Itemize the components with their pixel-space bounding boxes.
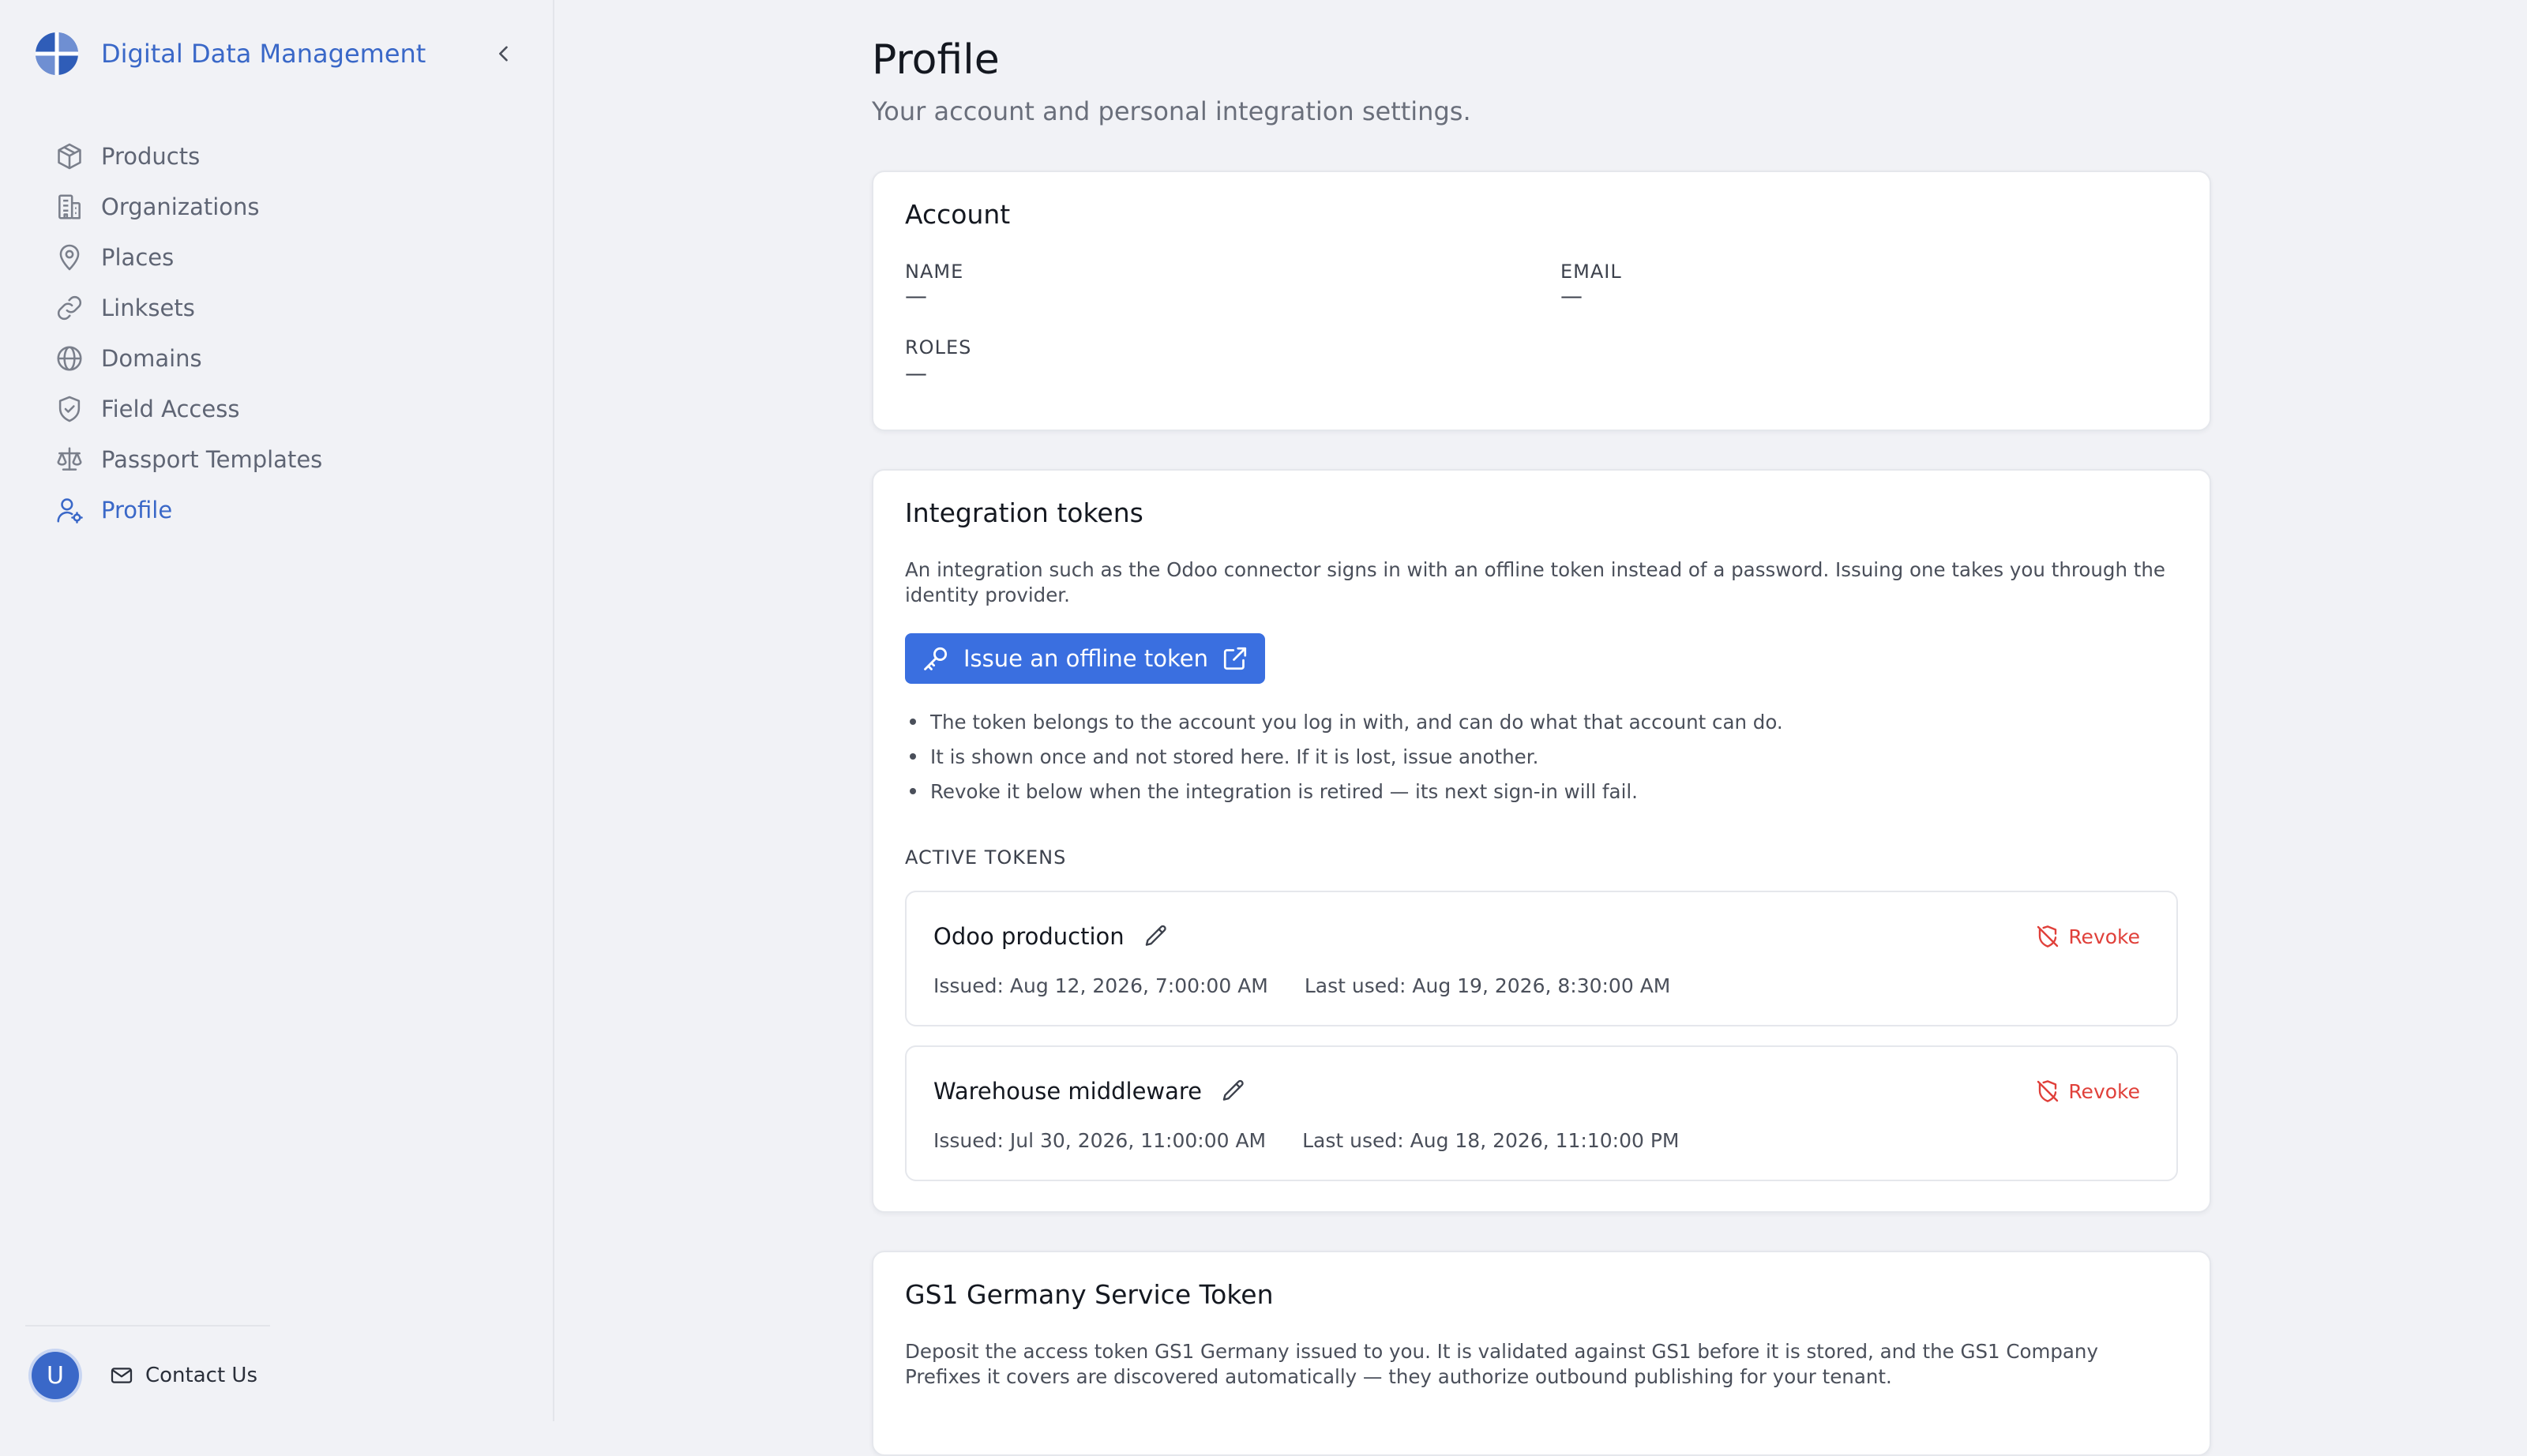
key-icon [924,647,948,670]
gs1-service-token-card: GS1 Germany Service Token Deposit the ac… [872,1251,2211,1456]
token-meta: Issued: Jul 30, 2026, 11:00:00 AM Last us… [933,1129,1680,1152]
integration-title: Integration tokens [905,497,1143,528]
avatar[interactable]: U [32,1352,79,1399]
sidebar-item-label: Organizations [101,193,260,220]
token-last-used: Last used: Aug 19, 2026, 8:30:00 AM [1304,974,1671,997]
roles-value: — [905,360,927,386]
sidebar-item-label: Field Access [101,396,240,422]
token-last-used: Last used: Aug 18, 2026, 11:10:00 PM [1302,1129,1680,1152]
token-name: Warehouse middleware [933,1078,1203,1105]
scale-icon [54,444,85,475]
brand-logo-icon [36,32,78,75]
user-cog-icon [54,494,85,526]
list-item: The token belongs to the account you log… [905,704,2168,739]
page-title: Profile [872,36,1000,84]
shield-off-icon [2037,925,2059,948]
token-info-list: The token belongs to the account you log… [905,704,2168,809]
issue-offline-token-button[interactable]: Issue an offline token [905,633,1265,684]
sidebar-item-label: Passport Templates [101,446,323,473]
sidebar-divider [25,1325,270,1327]
token-row: Odoo production Issued: Aug 12, 2026, 7:… [905,891,2178,1026]
issue-offline-token-label: Issue an offline token [963,645,1208,672]
sidebar-item-label: Places [101,244,175,271]
token-meta: Issued: Aug 12, 2026, 7:00:00 AM Last use… [933,974,1670,997]
shield-check-icon [54,393,85,425]
name-value: — [905,283,927,309]
shield-off-icon [2037,1080,2059,1102]
globe-icon [54,343,85,374]
map-pin-icon [54,242,85,273]
sidebar-nav: Products Organizations Places Linksets D… [47,131,521,535]
contact-us-label: Contact Us [145,1364,257,1387]
pencil-icon [1222,1079,1244,1101]
sidebar-item-label: Domains [101,345,202,372]
chevron-left-icon [499,46,508,62]
list-item: Revoke it below when the integration is … [905,774,2168,809]
sidebar-item-label: Products [101,143,201,170]
sidebar-item-products[interactable]: Products [47,131,521,182]
mail-icon [111,1368,133,1383]
active-tokens-label: ACTIVE TOKENS [905,846,1067,869]
token-name: Odoo production [933,923,1125,950]
revoke-label: Revoke [2068,925,2140,948]
sidebar: Digital Data Management Products Organiz… [0,0,554,1421]
rename-token-button[interactable] [1218,1075,1249,1107]
token-row: Warehouse middleware Issued: Jul 30, 202… [905,1045,2178,1181]
account-card: Account NAME — EMAIL — ROLES — [872,171,2211,431]
brand[interactable]: Digital Data Management [35,28,426,79]
email-value: — [1560,283,1583,309]
sidebar-item-profile[interactable]: Profile [47,485,521,535]
integration-description: An integration such as the Odoo connecto… [905,558,2165,606]
sidebar-item-domains[interactable]: Domains [47,333,521,384]
revoke-token-button[interactable]: Revoke [2035,921,2140,952]
list-item: It is shown once and not stored here. If… [905,739,2168,774]
email-label: EMAIL [1560,261,1622,283]
contact-us-link[interactable]: Contact Us [109,1360,257,1391]
sidebar-item-organizations[interactable]: Organizations [47,182,521,232]
building-icon [54,191,85,223]
gs1-description: Deposit the access token GS1 Germany iss… [905,1340,2098,1388]
pencil-icon [1145,925,1166,946]
token-issued: Issued: Aug 12, 2026, 7:00:00 AM [933,974,1268,997]
revoke-token-button[interactable]: Revoke [2035,1075,2140,1107]
external-link-icon [1223,647,1247,670]
link-icon [54,292,85,324]
sidebar-item-label: Linksets [101,295,195,321]
sidebar-item-passport-templates[interactable]: Passport Templates [47,434,521,485]
box-icon [54,141,85,172]
integration-tokens-card: Integration tokens An integration such a… [872,469,2211,1213]
collapse-sidebar-button[interactable] [485,35,523,73]
token-issued: Issued: Jul 30, 2026, 11:00:00 AM [933,1129,1267,1152]
revoke-label: Revoke [2068,1079,2140,1103]
rename-token-button[interactable] [1140,921,1172,952]
gs1-title: GS1 Germany Service Token [905,1279,1274,1310]
sidebar-item-places[interactable]: Places [47,232,521,283]
sidebar-item-field-access[interactable]: Field Access [47,384,521,434]
account-title: Account [905,199,1011,230]
sidebar-item-linksets[interactable]: Linksets [47,283,521,333]
page-subtitle: Your account and personal integration se… [872,96,1471,126]
brand-title: Digital Data Management [101,39,426,69]
name-label: NAME [905,261,964,283]
roles-label: ROLES [905,336,972,358]
sidebar-item-label: Profile [101,497,173,523]
